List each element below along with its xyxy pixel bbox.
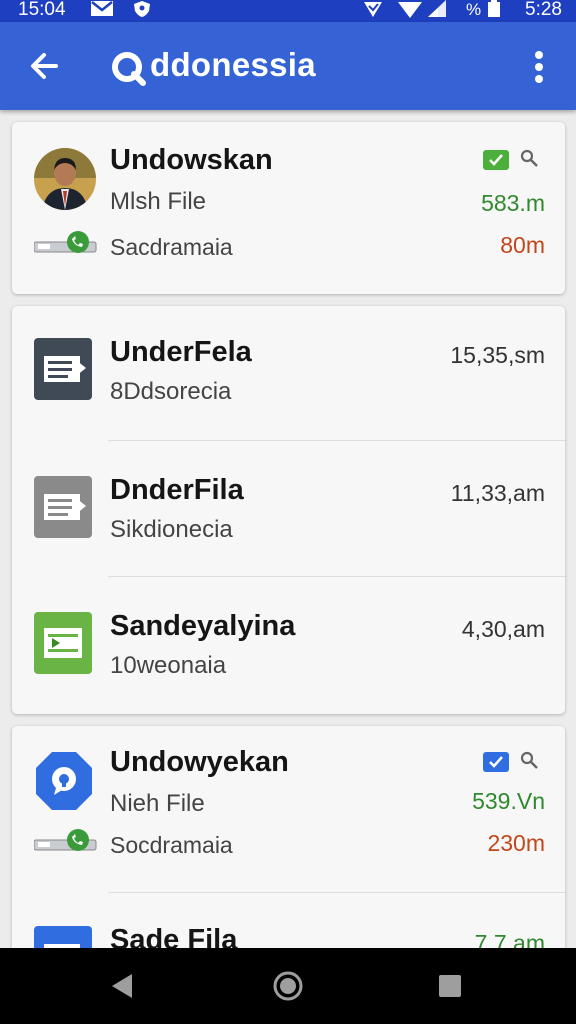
divider [108, 440, 565, 441]
signal-icon [428, 0, 446, 17]
file-card: Undowskan Mlsh File Sacdramaia 583.m 80m [12, 122, 565, 294]
check-badge-icon [483, 149, 538, 170]
storage-phone-icon [34, 829, 97, 851]
list-item[interactable]: UnderFela 8Ddsorecia 15,35,sm [12, 306, 565, 442]
item-subtitle: 10weonaia [110, 652, 227, 679]
battery-icon [488, 0, 500, 17]
battery-percent-symbol: % [466, 0, 482, 19]
search-logo-icon [112, 52, 146, 86]
document-icon [34, 476, 92, 538]
item-title: UnderFela [110, 336, 252, 368]
system-nav-bar [0, 948, 576, 1024]
item-time: 80m [500, 232, 545, 258]
chat-app-icon [36, 752, 92, 810]
item-meta: Socdramaia [110, 832, 233, 858]
avatar [34, 148, 96, 210]
back-triangle-icon[interactable] [104, 968, 140, 1004]
item-title: DnderFila [110, 474, 244, 506]
item-size: 583.m [481, 190, 545, 216]
item-subtitle: Nieh File [110, 790, 205, 817]
home-circle-icon[interactable] [270, 968, 306, 1004]
item-time: 15,35,sm [450, 342, 545, 368]
item-time: 230m [487, 830, 545, 856]
list-item[interactable]: DnderFila Sikdionecia 11,33,am [12, 442, 565, 578]
arrow-back-icon[interactable] [24, 44, 68, 88]
status-time-left: 15:04 [18, 0, 66, 20]
wifi-icon [398, 2, 422, 18]
item-title: Sandeyalyina [110, 610, 296, 642]
item-time: 4,30,am [461, 616, 545, 642]
mail-icon [91, 1, 113, 16]
more-vert-icon[interactable] [524, 48, 554, 88]
recents-square-icon[interactable] [432, 968, 468, 1004]
location-icon [364, 2, 382, 17]
list-item[interactable]: Undowskan Mlsh File Sacdramaia 583.m 80m [12, 122, 565, 294]
item-title: Undowskan [110, 144, 273, 176]
item-time: 11,33,am [450, 480, 545, 506]
item-meta: Sacdramaia [110, 234, 233, 260]
status-bar: 15:04 % 5:28 [0, 0, 576, 22]
item-title: Undowyekan [110, 746, 289, 778]
app-bar: ddonessia [0, 22, 576, 110]
file-card: Undowyekan Nieh File Socdramaia 539.Vn 2… [12, 726, 565, 966]
item-subtitle: 8Ddsorecia [110, 378, 232, 405]
item-subtitle: Mlsh File [110, 188, 207, 215]
item-badges [481, 146, 545, 174]
list-item[interactable]: Sandeyalyina 10weonaia 4,30,am [12, 578, 565, 714]
file-card: UnderFela 8Ddsorecia 15,35,sm DnderFila … [12, 306, 565, 714]
page-title: ddonessia [150, 46, 316, 83]
divider [108, 892, 565, 893]
list-item[interactable]: Undowyekan Nieh File Socdramaia 539.Vn 2… [12, 726, 565, 892]
item-size: 539.Vn [472, 788, 545, 814]
divider [108, 576, 565, 577]
check-badge-icon [483, 751, 538, 772]
document-icon [34, 338, 92, 400]
storage-phone-icon [34, 231, 97, 253]
item-badges [481, 748, 545, 776]
status-time-right: 5:28 [525, 0, 562, 20]
spreadsheet-icon [34, 612, 92, 674]
item-subtitle: Sikdionecia [110, 516, 233, 543]
shield-icon [134, 1, 150, 17]
